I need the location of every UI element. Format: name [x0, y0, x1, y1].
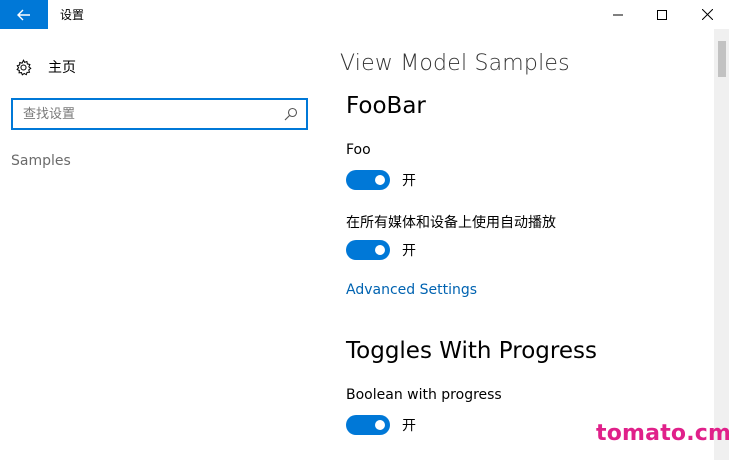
home-nav-item[interactable]: 主页: [14, 57, 76, 77]
sidebar: 主页 Samples: [0, 29, 320, 460]
home-label: 主页: [48, 60, 76, 76]
toggle-state-boolean-with-progress: 开: [402, 418, 416, 434]
window-title: 设置: [60, 8, 85, 22]
section-title-foobar: FooBar: [346, 93, 426, 119]
toggle-row-foo: 开: [346, 170, 416, 190]
minimize-icon: [613, 14, 623, 15]
page-title: View Model Samples: [340, 51, 570, 76]
toggle-switch-foo[interactable]: [346, 170, 390, 190]
toggle-row-boolean-with-progress: 开: [346, 415, 416, 435]
arrow-left-icon: [17, 9, 30, 20]
toggle-state-autoplay: 开: [402, 243, 416, 259]
watermark: tomato.cm: [596, 421, 729, 446]
toggle-knob: [375, 420, 385, 430]
vertical-scrollbar[interactable]: [714, 29, 729, 460]
search-input[interactable]: [23, 104, 273, 124]
toggle-switch-autoplay[interactable]: [346, 240, 390, 260]
setting-label-boolean-with-progress: Boolean with progress: [346, 387, 502, 403]
sidebar-item-samples[interactable]: Samples: [11, 153, 71, 169]
section-title-toggles-with-progress: Toggles With Progress: [346, 338, 597, 364]
search-icon[interactable]: [284, 106, 300, 122]
close-icon: [701, 9, 713, 20]
search-box[interactable]: [11, 98, 308, 130]
back-button[interactable]: [0, 0, 48, 29]
toggle-state-foo: 开: [402, 173, 416, 189]
close-button[interactable]: [685, 0, 729, 29]
advanced-settings-link[interactable]: Advanced Settings: [346, 282, 477, 298]
scrollbar-thumb[interactable]: [718, 41, 726, 77]
toggle-knob: [375, 175, 385, 185]
toggle-knob: [375, 245, 385, 255]
main-content: View Model Samples FooBar Foo 开 在所有媒体和设备…: [334, 29, 714, 460]
maximize-icon: [657, 9, 667, 20]
title-bar: 设置: [0, 0, 729, 29]
toggle-switch-boolean-with-progress[interactable]: [346, 415, 390, 435]
minimize-button[interactable]: [596, 0, 640, 29]
gear-icon: [14, 58, 32, 76]
maximize-button[interactable]: [640, 0, 684, 29]
setting-label-autoplay: 在所有媒体和设备上使用自动播放: [346, 215, 556, 231]
setting-label-foo: Foo: [346, 142, 371, 158]
toggle-row-autoplay: 开: [346, 240, 416, 260]
